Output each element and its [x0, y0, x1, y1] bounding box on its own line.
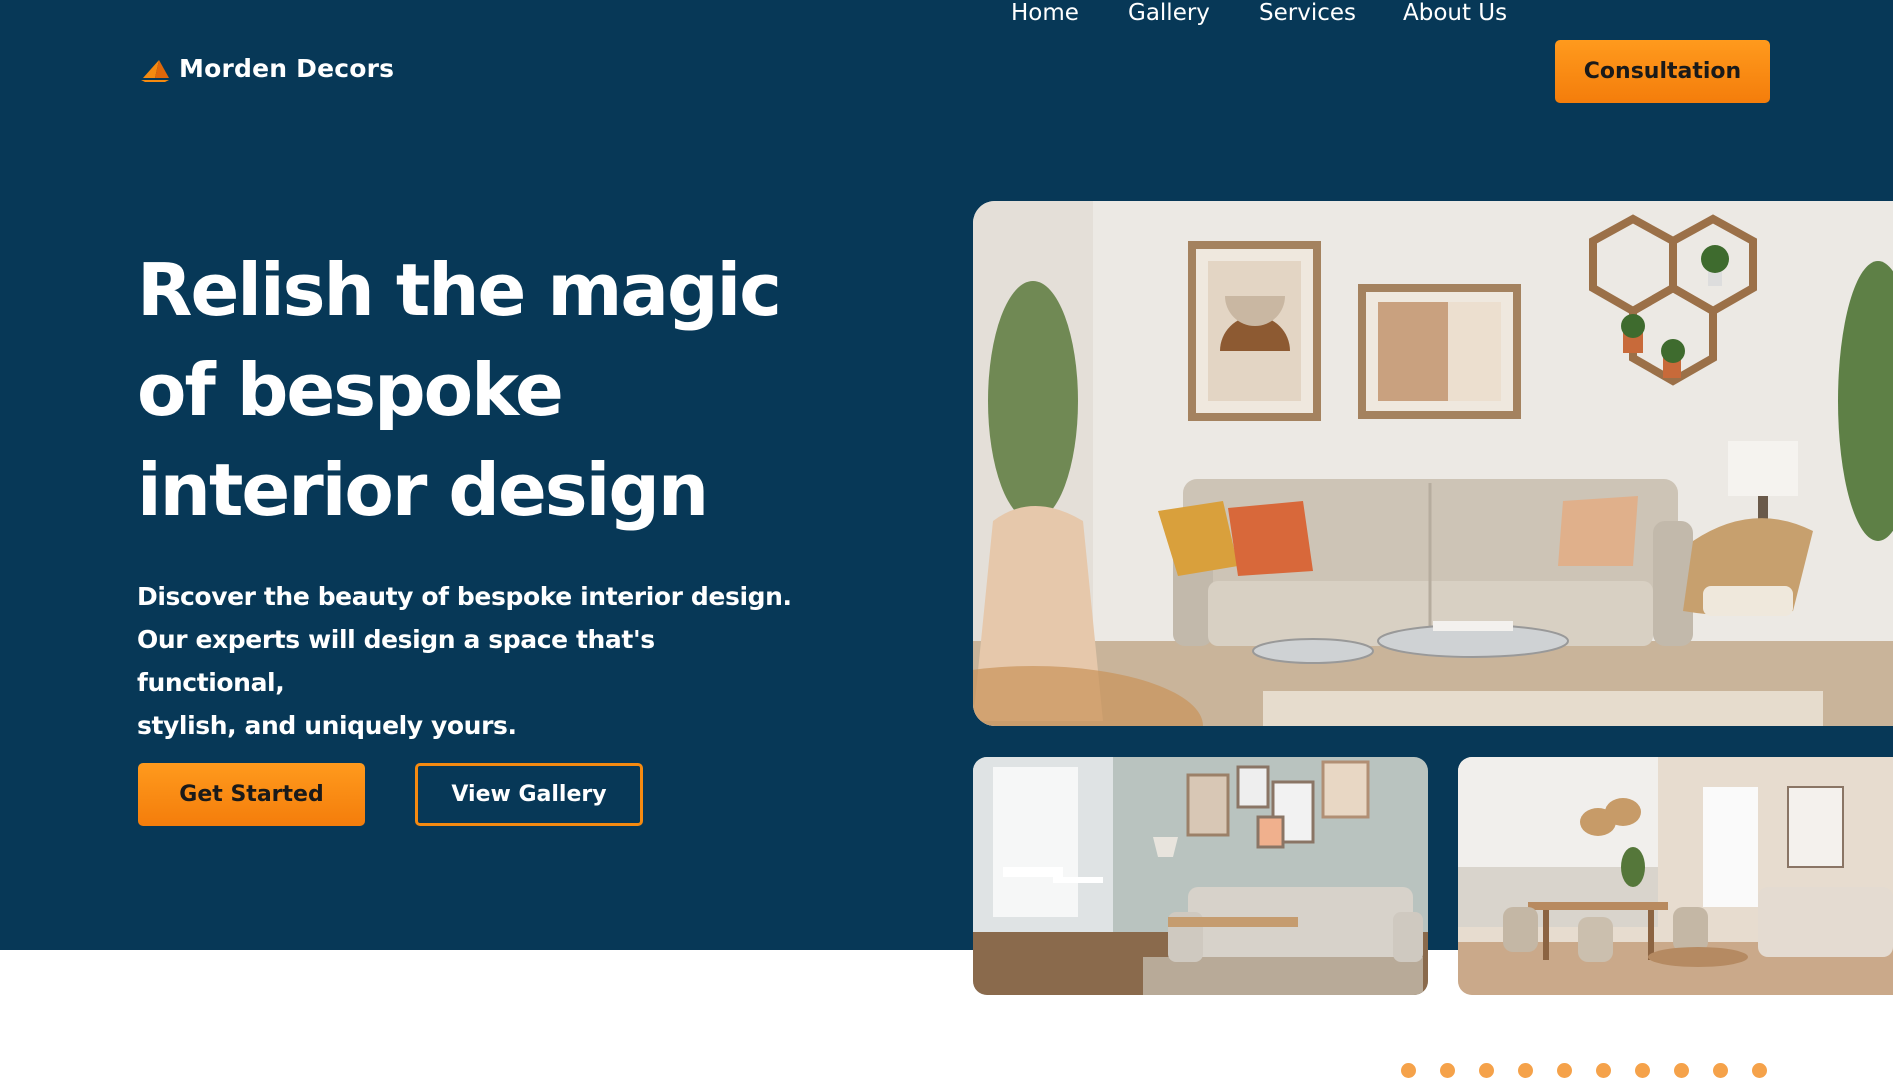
decorative-dot [1440, 1063, 1455, 1078]
hero-description-line: stylish, and uniquely yours. [137, 711, 517, 740]
decorative-dot [1401, 1063, 1416, 1078]
nav-gallery[interactable]: Gallery [1128, 0, 1210, 26]
brand-logo[interactable]: Morden Decors [141, 54, 394, 83]
hero-title-line: of bespoke [137, 348, 564, 432]
nav-about-us[interactable]: About Us [1403, 0, 1507, 26]
hero-title: Relish the magic of bespoke interior des… [137, 240, 837, 540]
nav-home[interactable]: Home [1011, 0, 1079, 26]
grey-living-room-photo [973, 757, 1428, 995]
get-started-button[interactable]: Get Started [138, 763, 365, 826]
kitchen-dining-photo [1458, 757, 1893, 995]
decorative-dot [1596, 1063, 1611, 1078]
sail-logo-icon [141, 59, 169, 82]
nav-services[interactable]: Services [1259, 0, 1356, 26]
hero-title-line: Relish the magic [137, 248, 782, 332]
decorative-dots [1401, 1063, 1767, 1078]
hero-title-line: interior design [137, 448, 709, 532]
decorative-dot [1752, 1063, 1767, 1078]
view-gallery-button[interactable]: View Gallery [415, 763, 643, 826]
decorative-dot [1635, 1063, 1650, 1078]
brand-name: Morden Decors [179, 54, 395, 83]
decorative-dot [1557, 1063, 1572, 1078]
living-room-photo [973, 201, 1893, 726]
consultation-button[interactable]: Consultation [1555, 40, 1770, 103]
decorative-dot [1518, 1063, 1533, 1078]
decorative-dot [1713, 1063, 1728, 1078]
decorative-dot [1674, 1063, 1689, 1078]
hero-description-line: Discover the beauty of bespoke interior … [137, 582, 792, 611]
decorative-dot [1479, 1063, 1494, 1078]
hero-description-line: Our experts will design a space that's f… [137, 625, 655, 697]
hero-description: Discover the beauty of bespoke interior … [137, 575, 797, 747]
